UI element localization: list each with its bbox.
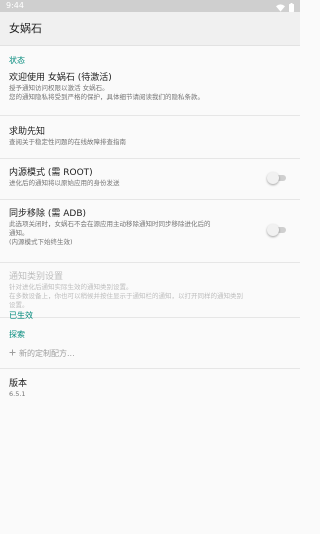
channel-title: 通知类别设置 xyxy=(9,272,64,282)
help-preference[interactable]: 求助先知 查阅关于稳定性问题的在线故障排查指南 xyxy=(9,126,260,147)
add-recipe-item[interactable]: 新的定制配方... xyxy=(9,348,75,359)
channel-summary-line-1: 针对进化后通知实际生效的通知类别设置。 xyxy=(9,283,133,291)
version-title: 版本 xyxy=(9,379,28,389)
welcome-title: 欢迎使用 女娲石 (待激活) xyxy=(9,73,112,83)
sync-removal-switch[interactable] xyxy=(267,224,286,236)
plus-icon xyxy=(9,349,16,358)
section-header-explore: 探索 xyxy=(9,330,25,339)
root-mode-preference[interactable]: 内源模式 (需 ROOT) 进化后的通知将以原始应用的身份发送 xyxy=(9,167,260,188)
divider xyxy=(0,368,300,369)
channel-summary-line-3: 设置。 xyxy=(9,301,29,309)
version-value: 6.5.1 xyxy=(9,390,26,398)
divider xyxy=(0,262,300,263)
root-mode-title: 内源模式 (需 ROOT) xyxy=(9,168,93,178)
status-time: 9:44 xyxy=(6,1,24,10)
sync-removal-summary-line-1: 此选项关闭时，女娲石不会在源应用主动移除通知时同步移除进化后的 xyxy=(9,220,211,228)
notification-channel-preference: 通知类别设置 针对进化后通知实际生效的通知类别设置。 在多数设备上，你也可以稍候… xyxy=(9,271,292,310)
help-title: 求助先知 xyxy=(9,127,46,137)
channel-summary-line-2: 在多数设备上，你也可以稍候并按住显示于通知栏的通知，以打开同样的通知类别 xyxy=(9,292,243,300)
page-title: 女娲石 xyxy=(9,22,42,35)
add-recipe-label: 新的定制配方... xyxy=(19,349,75,358)
switch-thumb xyxy=(267,172,279,184)
welcome-summary-line-1: 授予通知访问权限以激活 女娲石。 xyxy=(9,84,109,92)
section-header-active: 已生效 xyxy=(9,311,33,320)
divider xyxy=(0,199,300,200)
sync-removal-summary-line-3: (内源模式下始终生效) xyxy=(9,238,73,246)
app-bar: 女娲石 xyxy=(0,12,300,46)
divider xyxy=(0,317,300,318)
divider xyxy=(0,158,300,159)
status-bar: 9:44 xyxy=(0,0,300,12)
section-header-status: 状态 xyxy=(9,56,25,65)
welcome-summary-line-2: 您的通知隐私将受到严格的保护，具体细节请阅读我们的隐私条款。 xyxy=(9,93,204,101)
help-summary: 查阅关于稳定性问题的在线故障排查指南 xyxy=(9,138,126,146)
sync-removal-preference[interactable]: 同步移除 (需 ADB) 此选项关闭时，女娲石不会在源应用主动移除通知时同步移除… xyxy=(9,208,260,247)
root-mode-summary: 进化后的通知将以原始应用的身份发送 xyxy=(9,179,120,187)
sync-removal-summary-line-2: 通知。 xyxy=(9,229,29,237)
sync-removal-title: 同步移除 (需 ADB) xyxy=(9,209,87,219)
root-mode-switch[interactable] xyxy=(267,172,286,184)
version-preference[interactable]: 版本 6.5.1 xyxy=(9,378,260,399)
switch-thumb xyxy=(267,224,279,236)
divider xyxy=(0,115,300,116)
welcome-preference[interactable]: 欢迎使用 女娲石 (待激活) 授予通知访问权限以激活 女娲石。 您的通知隐私将受… xyxy=(9,72,260,102)
